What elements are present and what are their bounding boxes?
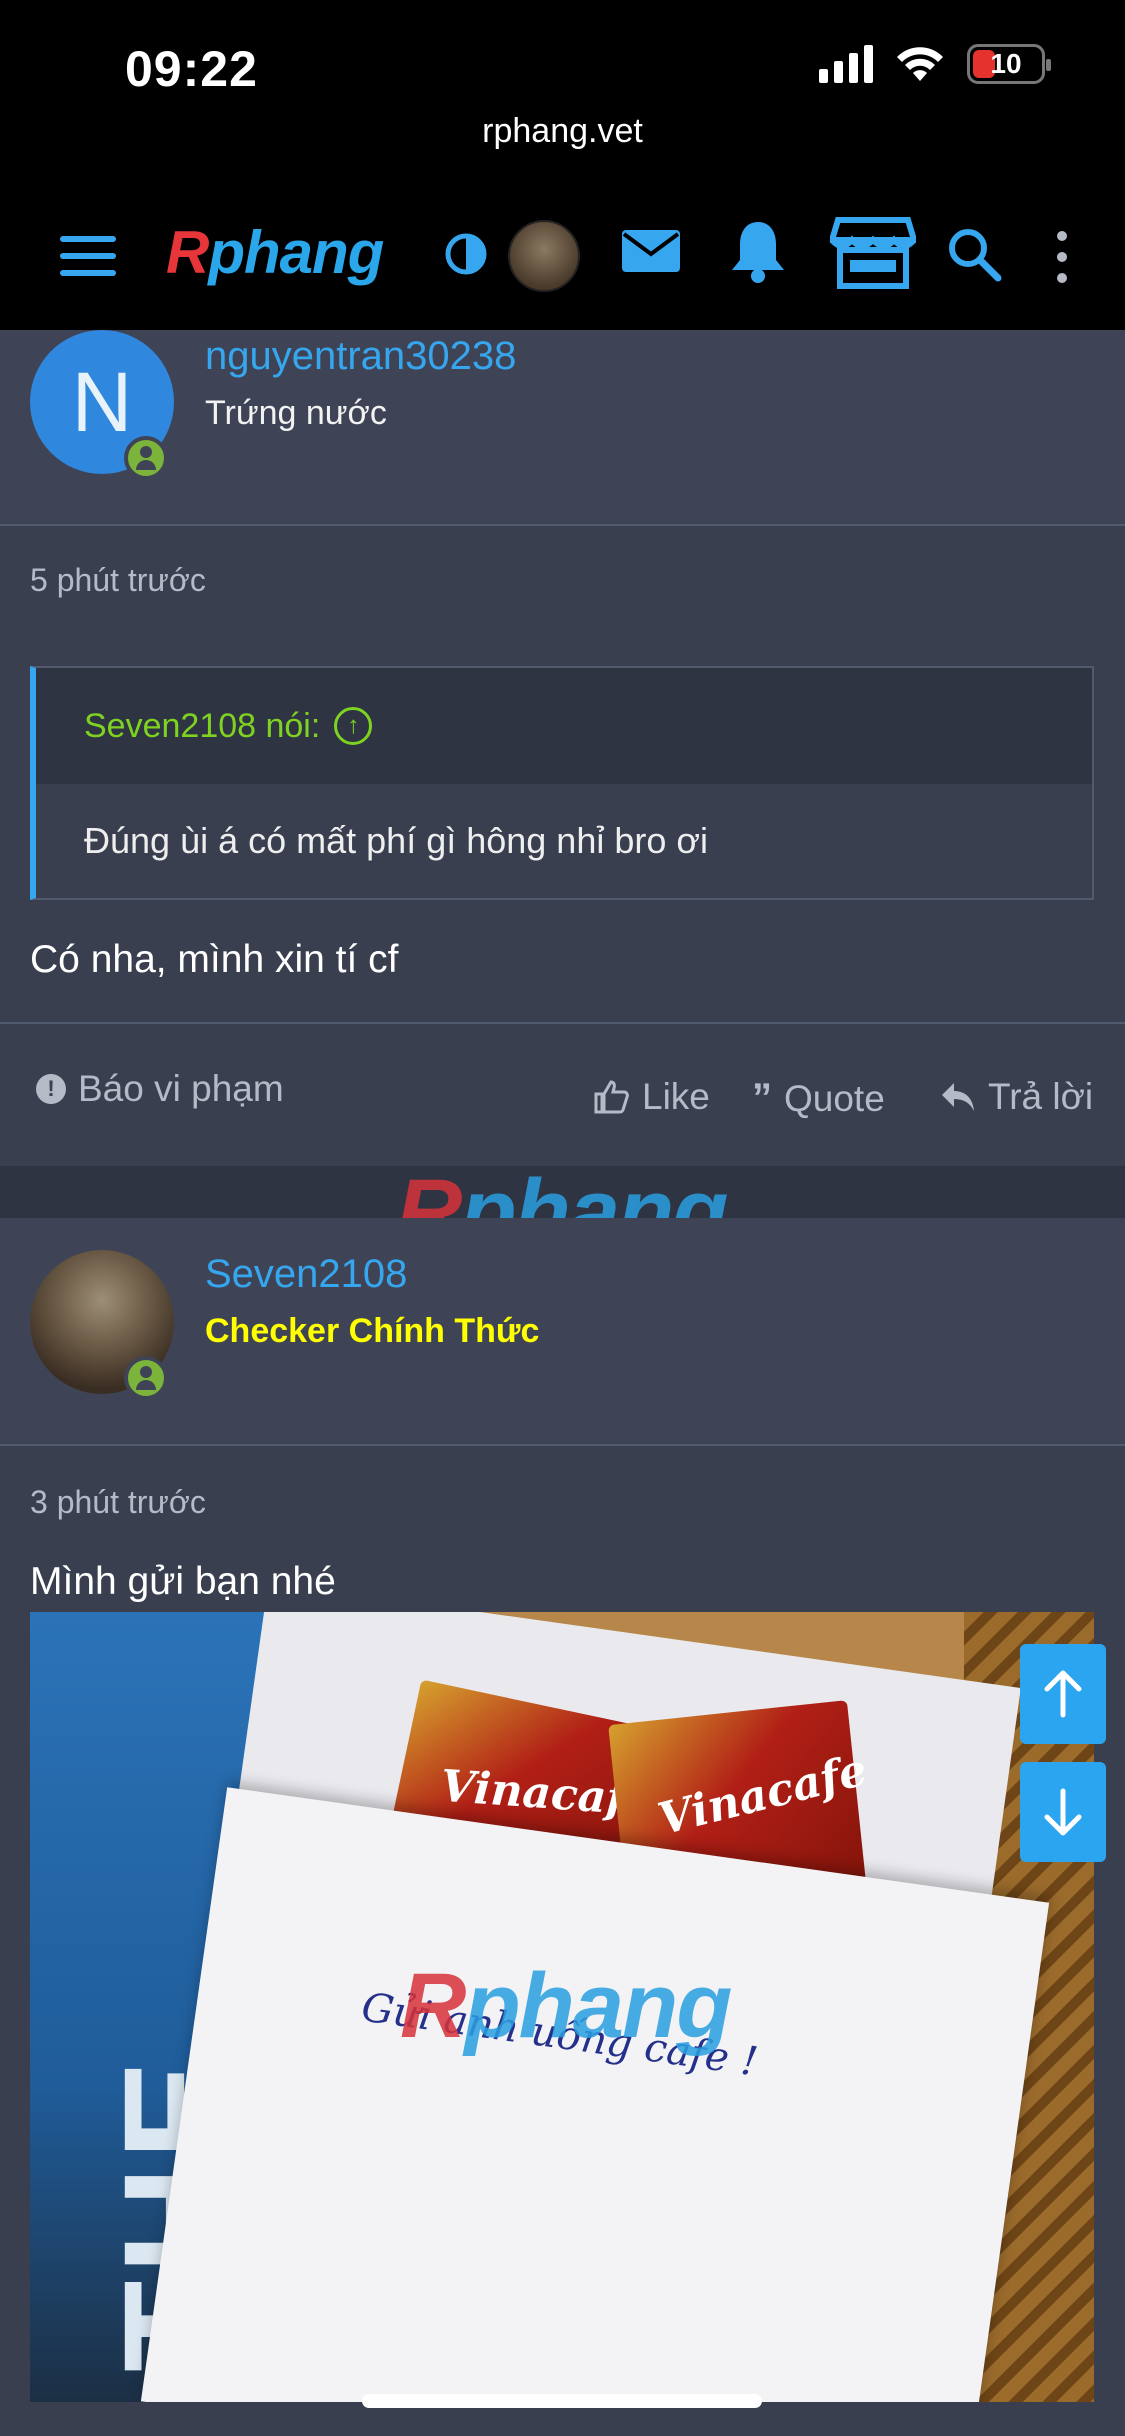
online-status-icon (124, 436, 168, 480)
thumbs-up-icon (594, 1080, 629, 1114)
menu-icon[interactable] (60, 236, 116, 276)
top-bar: 09:22 10 rphang.vet Rphang (0, 0, 1125, 330)
address-bar-url[interactable]: rphang.vet (0, 112, 1125, 151)
quote-author[interactable]: Seven2108 nói: (84, 707, 320, 746)
battery-icon: 10 (967, 44, 1051, 84)
post-timestamp[interactable]: 5 phút trước (30, 562, 206, 599)
site-logo[interactable]: Rphang (166, 218, 384, 287)
report-button[interactable]: ! Báo vi phạm (36, 1068, 284, 1110)
post-message: Mình gửi bạn nhé (30, 1560, 336, 1603)
quote-button[interactable]: ” Quote (752, 1076, 885, 1121)
reply-icon (942, 1083, 974, 1111)
quote-text: Đúng ùi á có mất phí gì hông nhỉ bro ơi (36, 784, 1092, 898)
post-actions: ! Báo vi phạm Like ” Quote Trả lời (0, 1024, 1125, 1174)
quote-block: Seven2108 nói: ↑ Đúng ùi á có mất phí gì… (30, 666, 1094, 900)
user-title: Trứng nước (205, 394, 387, 432)
scroll-to-top-button[interactable] (1020, 1644, 1106, 1744)
like-button[interactable]: Like (592, 1076, 710, 1118)
scroll-to-bottom-button[interactable] (1020, 1762, 1106, 1862)
warning-icon: ! (36, 1074, 66, 1104)
watermark: Rphang (400, 1955, 732, 2057)
post-timestamp[interactable]: 3 phút trước (30, 1484, 206, 1521)
home-indicator[interactable] (362, 2394, 762, 2408)
status-time: 09:22 (125, 41, 258, 97)
post-header: N nguyentran30238 Trứng nước (0, 330, 1125, 524)
username-link[interactable]: Seven2108 (205, 1252, 407, 1297)
user-title: Checker Chính Thức (205, 1312, 540, 1350)
post-header: Seven2108 Checker Chính Thức (0, 1218, 1125, 1444)
store-icon[interactable] (830, 216, 916, 290)
jump-to-quote-icon[interactable]: ↑ (334, 707, 373, 745)
quote-marks-icon: ” (752, 1076, 772, 1120)
divider (0, 1444, 1125, 1446)
quote-header[interactable]: Seven2108 nói: ↑ (36, 668, 1092, 784)
user-avatar[interactable] (508, 220, 580, 292)
username-link[interactable]: nguyentran30238 (205, 334, 516, 379)
mail-icon[interactable] (620, 226, 682, 276)
more-icon[interactable] (1052, 230, 1072, 284)
online-status-icon (124, 1356, 168, 1400)
divider (0, 524, 1125, 526)
reply-button[interactable]: Trả lời (940, 1076, 1093, 1118)
theme-toggle-icon[interactable] (444, 232, 488, 276)
post-message: Có nha, mình xin tí cf (30, 938, 399, 981)
status-icons: 10 (819, 44, 1051, 84)
wifi-icon (897, 47, 943, 81)
cellular-signal-icon (819, 45, 873, 83)
arrow-down-icon (1044, 1788, 1082, 1836)
arrow-up-icon (1044, 1670, 1082, 1718)
search-icon[interactable] (946, 226, 1002, 282)
bell-icon[interactable] (728, 218, 788, 284)
